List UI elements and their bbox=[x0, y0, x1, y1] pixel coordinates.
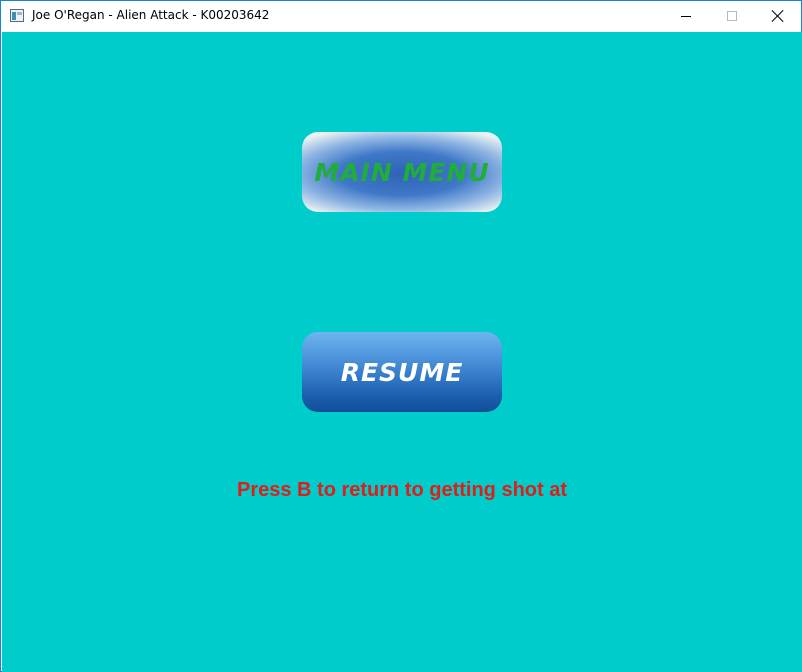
main-menu-button[interactable]: MAIN MENU bbox=[302, 132, 502, 212]
close-button[interactable] bbox=[755, 1, 801, 31]
maximize-icon bbox=[727, 11, 737, 21]
maximize-button[interactable] bbox=[709, 1, 755, 31]
title-bar[interactable]: Joe O'Regan - Alien Attack - K00203642 bbox=[1, 1, 801, 31]
resume-button[interactable]: RESUME bbox=[302, 332, 502, 412]
game-canvas: MAIN MENU RESUME Press B to return to ge… bbox=[2, 32, 802, 672]
app-window: Joe O'Regan - Alien Attack - K00203642 M… bbox=[0, 0, 802, 672]
resume-label: RESUME bbox=[340, 357, 464, 387]
window-app-icon[interactable] bbox=[10, 9, 24, 22]
minimize-button[interactable] bbox=[663, 1, 709, 31]
window-title: Joe O'Regan - Alien Attack - K00203642 bbox=[32, 8, 270, 22]
close-icon bbox=[772, 10, 784, 22]
minimize-icon bbox=[681, 15, 691, 17]
pause-hint-text: Press B to return to getting shot at bbox=[236, 479, 568, 501]
main-menu-label: MAIN MENU bbox=[314, 157, 490, 187]
